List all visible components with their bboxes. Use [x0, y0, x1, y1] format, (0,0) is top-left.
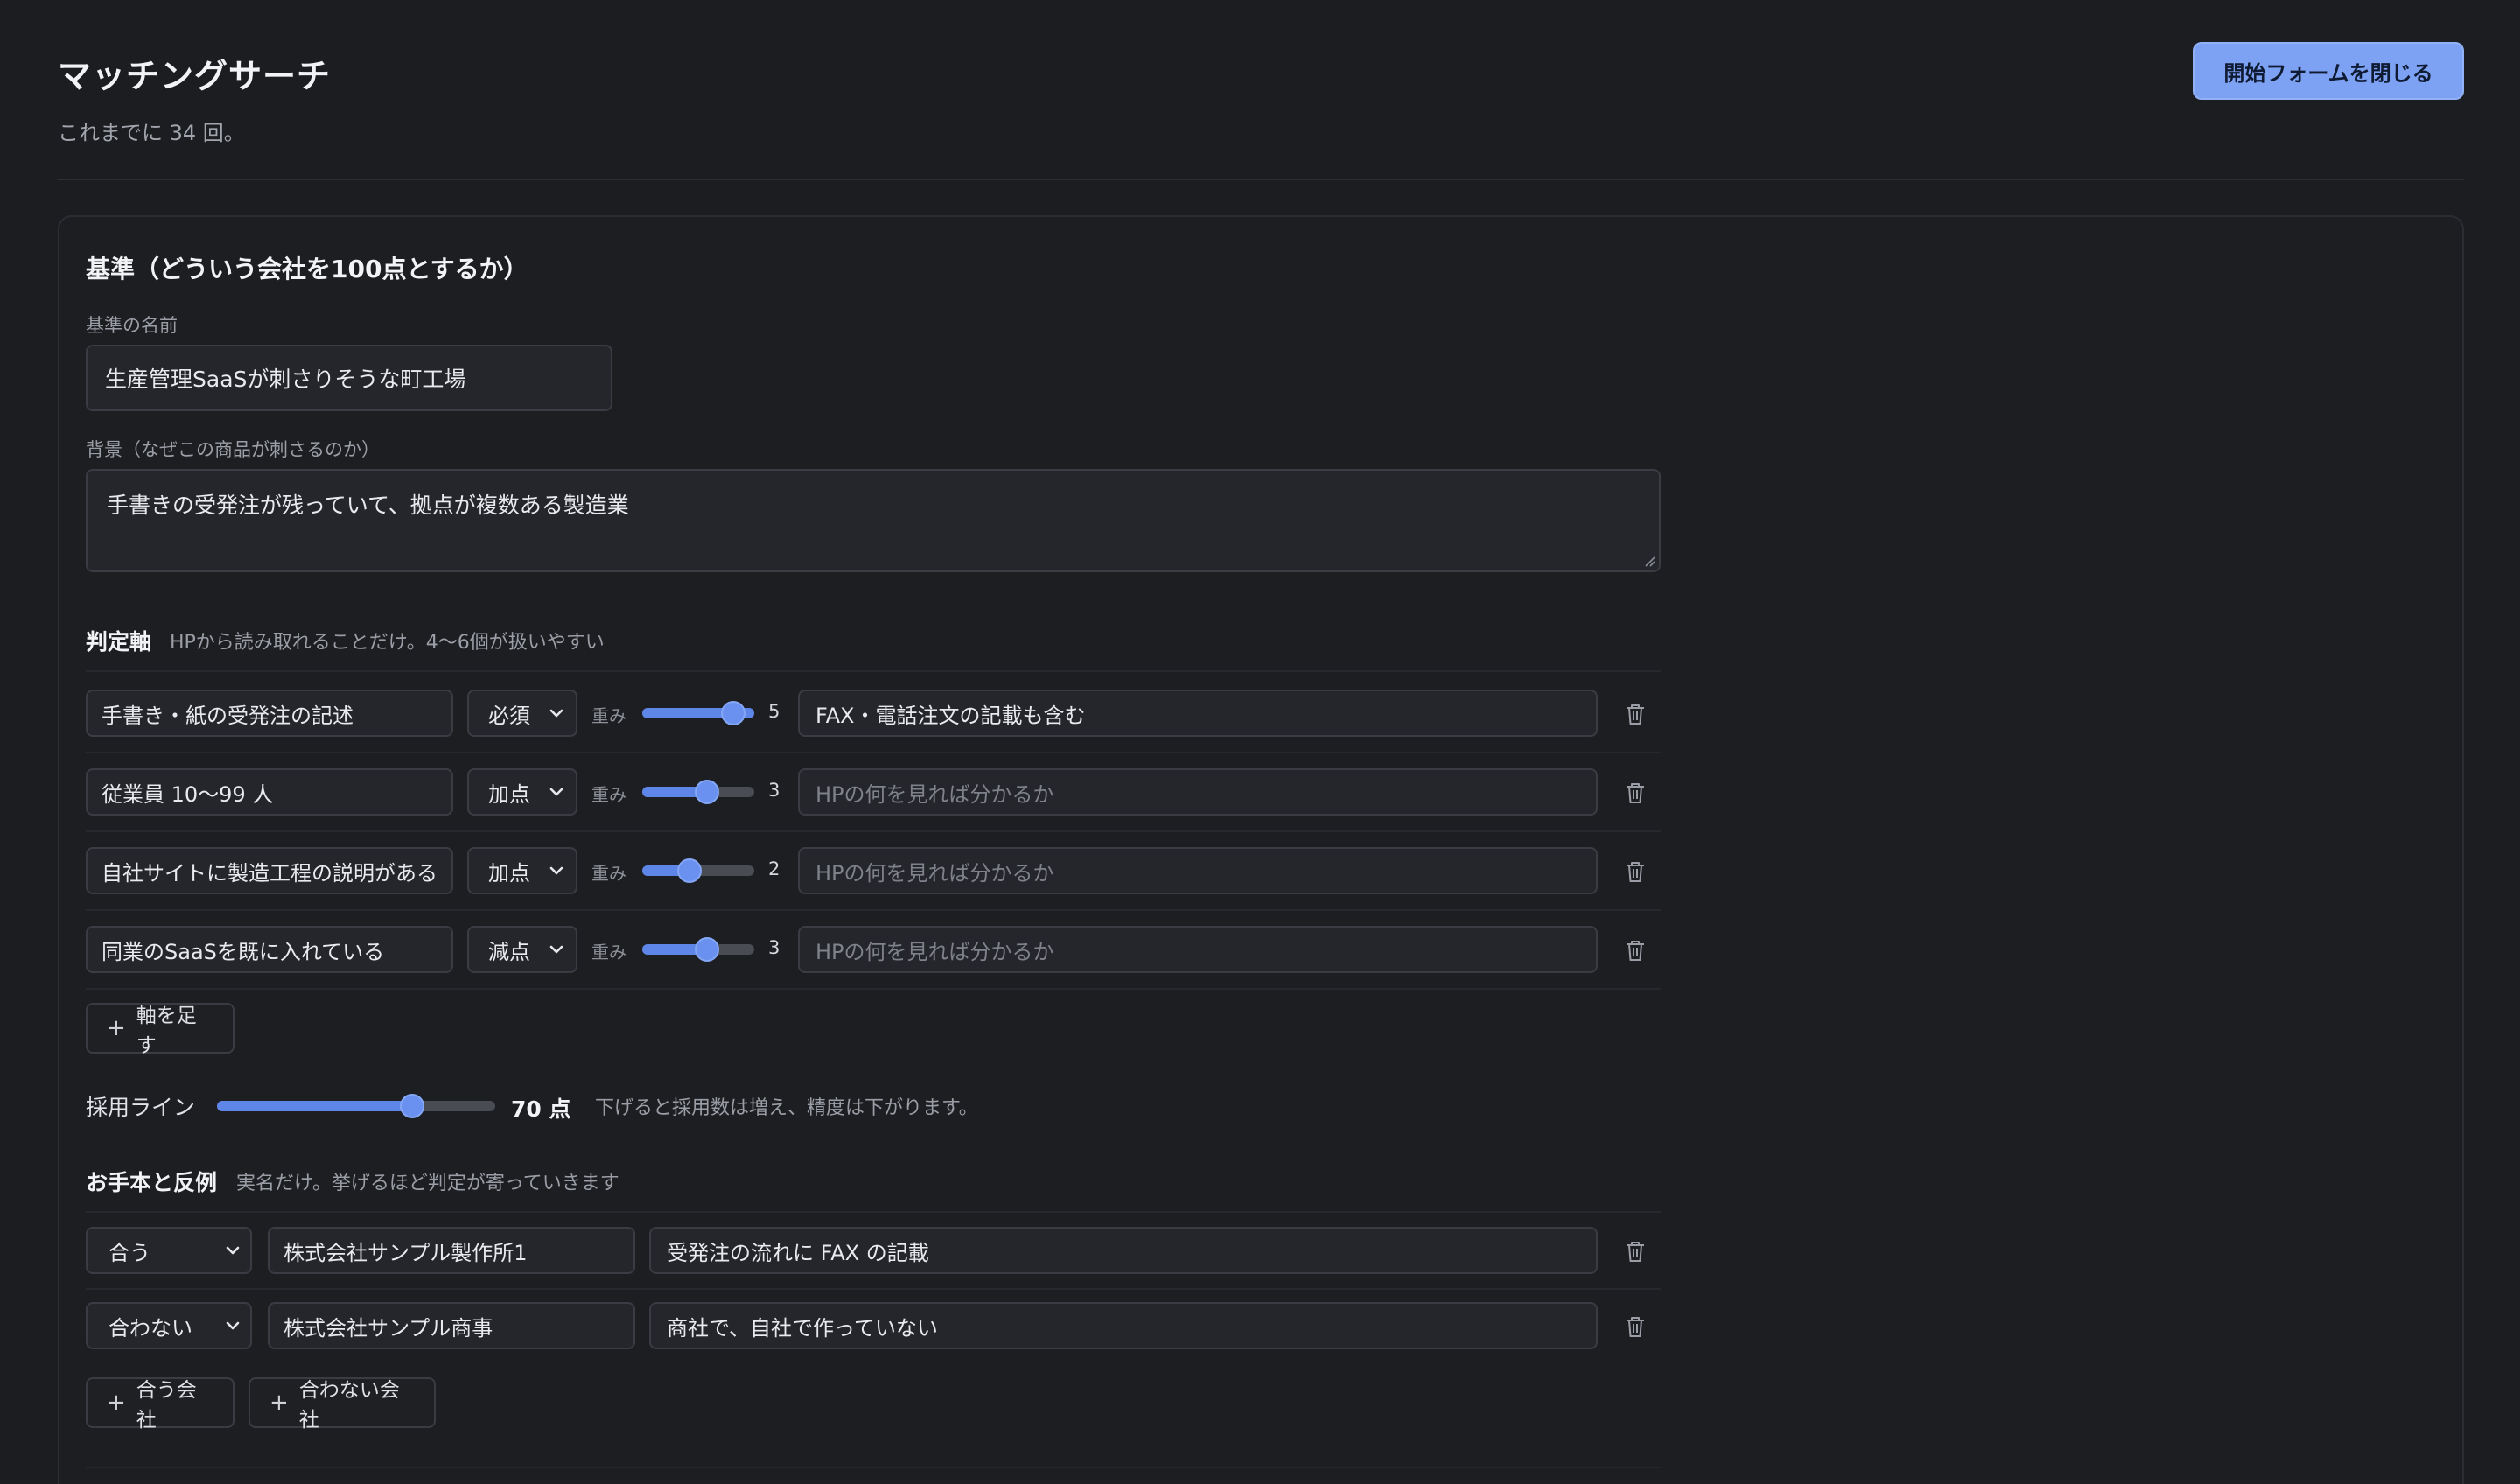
- threshold-value: 70 点: [511, 1096, 571, 1122]
- trash-icon[interactable]: [1624, 702, 1647, 726]
- threshold-slider-thumb[interactable]: [400, 1094, 424, 1118]
- trash-icon[interactable]: [1624, 859, 1647, 884]
- axis-type-select[interactable]: 加点: [467, 847, 578, 894]
- axis-weight-label: 重み: [592, 784, 626, 805]
- axis-weight-value: 3: [768, 780, 780, 801]
- criteria-background-textarea[interactable]: 手書きの受発注が残っていて、拠点が複数ある製造業: [86, 469, 1661, 572]
- example-company-input[interactable]: 株式会社サンプル製作所1: [268, 1227, 635, 1274]
- chevron-down-icon: [224, 1317, 242, 1334]
- threshold-hint: 下げると採用数は増え、精度は下がります。: [595, 1097, 978, 1119]
- run-count: これまでに 34 回。: [58, 121, 245, 145]
- axis-name-input[interactable]: 自社サイトに製造工程の説明がある: [86, 847, 453, 894]
- example-reason-input[interactable]: 受発注の流れに FAX の記載: [649, 1227, 1598, 1274]
- chevron-down-icon: [548, 704, 565, 722]
- chevron-down-icon: [548, 783, 565, 801]
- threshold-label: 採用ライン: [86, 1095, 196, 1120]
- trash-icon[interactable]: [1624, 938, 1647, 962]
- add-axis-label: 軸を足す: [136, 1004, 197, 1057]
- axis-type-select[interactable]: 加点: [467, 768, 578, 816]
- axis-row-divider: [86, 752, 1661, 753]
- axes-title: 判定軸: [86, 629, 152, 654]
- axis-weight-value: 2: [768, 858, 780, 879]
- axis-weight-value: 3: [768, 937, 780, 958]
- criteria-section-title: 基準（どういう会社を100点とするか）: [86, 255, 528, 284]
- axis-name-input[interactable]: 同業のSaaSを既に入れている: [86, 926, 453, 973]
- chevron-down-icon: [548, 941, 565, 958]
- close-start-form-button[interactable]: 開始フォームを閉じる: [2193, 42, 2464, 100]
- axis-name-input[interactable]: 従業員 10〜99 人: [86, 768, 453, 816]
- add-match-company-button[interactable]: + 合う会社: [86, 1377, 234, 1432]
- add-nonmatch-company-button[interactable]: + 合わない会社: [248, 1377, 436, 1432]
- resize-grip-icon[interactable]: [1643, 555, 1656, 567]
- axis-type-value: 減点: [488, 939, 530, 964]
- axis-type-select[interactable]: 減点: [467, 926, 578, 973]
- axis-evidence-input[interactable]: HPの何を見れば分かるか: [798, 926, 1598, 973]
- add-nonmatch-label: 合わない会社: [298, 1379, 400, 1432]
- page-title: マッチングサーチ: [58, 57, 332, 95]
- trash-icon[interactable]: [1624, 1239, 1647, 1264]
- axis-weight-slider-thumb[interactable]: [695, 937, 719, 962]
- example-match-select[interactable]: 合う: [86, 1227, 252, 1274]
- chevron-down-icon: [548, 862, 565, 879]
- header-divider: [58, 178, 2464, 180]
- axis-weight-slider-thumb[interactable]: [695, 780, 719, 804]
- add-axis-button[interactable]: + 軸を足す: [86, 1003, 234, 1057]
- axis-type-select[interactable]: 必須: [467, 690, 578, 737]
- axis-weight-label: 重み: [592, 863, 626, 884]
- criteria-name-input[interactable]: 生産管理SaaSが刺さりそうな町工場: [86, 345, 612, 411]
- axes-divider: [86, 670, 1661, 672]
- examples-hint: 実名だけ。挙げるほど判定が寄っていきます: [236, 1172, 620, 1194]
- criteria-name-label: 基準の名前: [86, 315, 178, 336]
- axis-evidence-input[interactable]: HPの何を見れば分かるか: [798, 847, 1598, 894]
- chevron-down-icon: [224, 1242, 242, 1259]
- examples-divider: [86, 1211, 1661, 1213]
- criteria-background-label: 背景（なぜこの商品が刺さるのか）: [86, 439, 380, 460]
- example-company-input[interactable]: 株式会社サンプル商事: [268, 1302, 635, 1349]
- matching-search-page: マッチングサーチ これまでに 34 回。 開始フォームを閉じる 基準（どういう会…: [0, 0, 2520, 1484]
- axis-row-divider: [86, 988, 1661, 990]
- axis-type-value: 加点: [488, 781, 530, 807]
- axis-weight-label: 重み: [592, 705, 626, 726]
- criteria-background-text: 手書きの受発注が残っていて、拠点が複数ある製造業: [107, 493, 629, 518]
- axis-weight-value: 5: [768, 701, 780, 722]
- threshold-slider[interactable]: [217, 1101, 495, 1111]
- example-match-value: 合わない: [108, 1315, 192, 1340]
- threshold-slider-fill: [217, 1101, 412, 1111]
- example-reason-input[interactable]: 商社で、自社で作っていない: [649, 1302, 1598, 1349]
- example-row-divider: [86, 1288, 1661, 1290]
- axis-evidence-input[interactable]: HPの何を見れば分かるか: [798, 768, 1598, 816]
- bottom-divider: [86, 1466, 1661, 1468]
- axis-weight-slider-thumb[interactable]: [677, 858, 702, 883]
- axis-name-input[interactable]: 手書き・紙の受発注の記述: [86, 690, 453, 737]
- axis-row-divider: [86, 830, 1661, 832]
- example-match-value: 合う: [108, 1240, 150, 1265]
- plus-icon: +: [107, 1015, 126, 1041]
- criteria-card: 基準（どういう会社を100点とするか） 基準の名前 生産管理SaaSが刺さりそう…: [58, 215, 2464, 1484]
- axis-type-value: 必須: [488, 703, 530, 728]
- axis-evidence-input[interactable]: FAX・電話注文の記載も含む: [798, 690, 1598, 737]
- trash-icon[interactable]: [1624, 780, 1647, 805]
- axes-hint: HPから読み取れることだけ。4〜6個が扱いやすい: [170, 632, 605, 654]
- trash-icon[interactable]: [1624, 1314, 1647, 1339]
- plus-icon: +: [270, 1390, 289, 1416]
- example-match-select[interactable]: 合わない: [86, 1302, 252, 1349]
- add-match-label: 合う会社: [136, 1379, 197, 1432]
- axis-row-divider: [86, 909, 1661, 911]
- axis-weight-label: 重み: [592, 942, 626, 962]
- examples-title: お手本と反例: [86, 1170, 218, 1195]
- plus-icon: +: [107, 1390, 126, 1416]
- axis-type-value: 加点: [488, 860, 530, 886]
- axis-weight-slider-thumb[interactable]: [721, 701, 746, 725]
